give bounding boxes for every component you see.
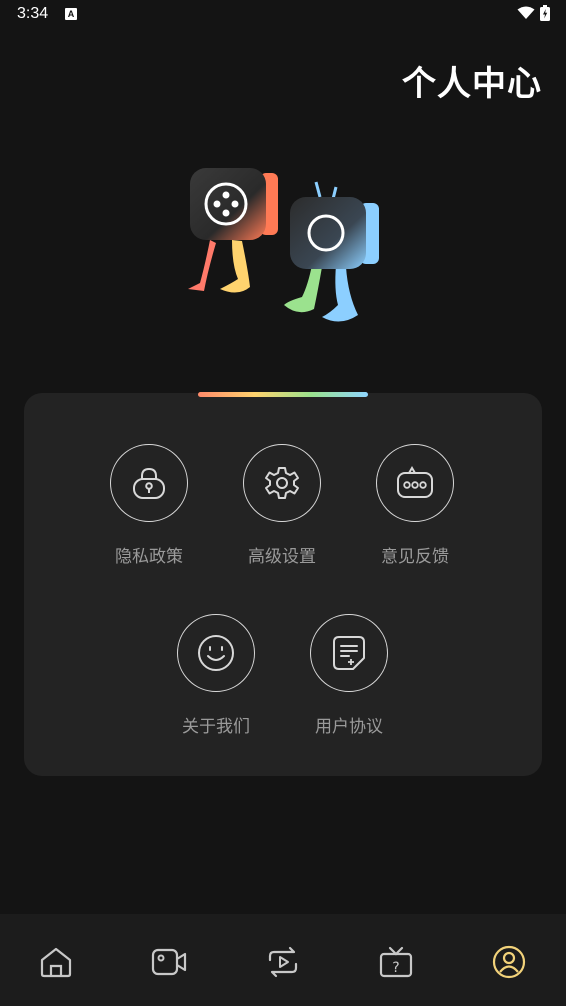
nav-video[interactable]: [149, 942, 189, 982]
nav-profile[interactable]: [489, 942, 529, 982]
about-us-label: 关于我们: [182, 717, 250, 737]
advanced-settings-label: 高级设置: [248, 547, 316, 567]
privacy-policy-button[interactable]: [110, 444, 188, 522]
status-bar: 3:34 A: [0, 0, 566, 30]
gear-icon: [265, 467, 299, 499]
user-agreement-button[interactable]: [310, 614, 388, 692]
nav-replay[interactable]: [263, 942, 303, 982]
feedback-label: 意见反馈: [381, 547, 449, 567]
feedback-icon: [397, 466, 433, 498]
svg-text:?: ?: [392, 960, 399, 976]
replay-icon: [268, 946, 298, 978]
home-icon: [40, 947, 72, 978]
page-title: 个人中心: [402, 64, 542, 104]
status-time: 3:34: [17, 5, 49, 22]
user-agreement-item[interactable]: 用户协议: [289, 614, 409, 737]
status-indicators: [517, 5, 550, 21]
about-us-item[interactable]: 关于我们: [156, 614, 276, 737]
smile-icon: [198, 635, 234, 671]
feedback-item[interactable]: 意见反馈: [355, 444, 475, 567]
video-camera-icon: [151, 948, 187, 976]
feedback-button[interactable]: [376, 444, 454, 522]
nav-home[interactable]: [36, 942, 76, 982]
tv-help-icon: ?: [379, 946, 413, 978]
privacy-policy-item[interactable]: 隐私政策: [89, 444, 209, 567]
mascot-illustration: [188, 168, 379, 322]
nav-tv-help[interactable]: ?: [376, 942, 416, 982]
wifi-icon: [517, 6, 535, 19]
profile-icon: [492, 945, 526, 979]
user-agreement-label: 用户协议: [315, 717, 383, 737]
about-us-button[interactable]: [177, 614, 255, 692]
lock-icon: [133, 467, 165, 499]
advanced-settings-button[interactable]: [243, 444, 321, 522]
notification-icon: A: [65, 8, 77, 20]
bottom-nav: ?: [0, 914, 566, 1006]
battery-icon: [540, 5, 550, 21]
card-accent-bar: [198, 392, 368, 397]
advanced-settings-item[interactable]: 高级设置: [222, 444, 342, 567]
privacy-policy-label: 隐私政策: [115, 547, 183, 567]
document-icon: [333, 636, 365, 670]
